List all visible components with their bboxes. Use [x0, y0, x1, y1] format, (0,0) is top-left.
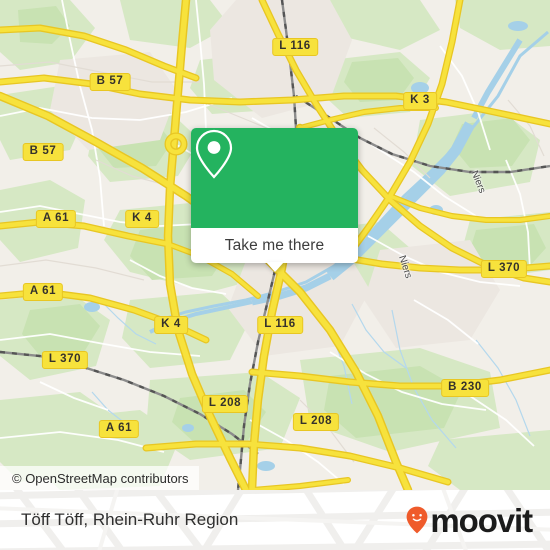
road-shield: B 230 — [441, 379, 489, 397]
road-shield: L 208 — [292, 413, 340, 431]
take-me-there-label: Take me there — [224, 236, 325, 254]
place-title-label: Töff Töff, Rhein-Ruhr Region — [21, 510, 239, 529]
map-pin-icon — [195, 129, 233, 179]
road-shield: B 57 — [22, 143, 64, 161]
road-shield: L 370 — [480, 260, 528, 278]
location-callout-card[interactable]: Take me there — [191, 128, 358, 272]
take-me-there-button[interactable]: Take me there — [191, 228, 358, 272]
road-shield: A 61 — [98, 420, 140, 438]
road-shield: K 4 — [125, 210, 159, 228]
road-shield: A 61 — [22, 283, 64, 301]
callout-pin-panel — [191, 128, 358, 228]
road-shield: L 370 — [41, 351, 89, 369]
road-shield: L 208 — [201, 395, 249, 413]
road-shield: L 116 — [257, 316, 303, 334]
osm-attribution[interactable]: © OpenStreetMap contributors — [0, 466, 199, 490]
moovit-wordmark: moovit — [430, 501, 533, 539]
callout-pointer — [265, 262, 284, 272]
screenshot-root: L 116 B 57 K 3 B 57 A 61 K 4 A 61 L 370 … — [0, 0, 550, 550]
osm-attribution-label: © OpenStreetMap contributors — [12, 470, 189, 486]
footer-bar: Töff Töff, Rhein-Ruhr Region moovit — [0, 490, 550, 550]
place-title: Töff Töff, Rhein-Ruhr Region — [21, 490, 238, 550]
moovit-brand-logo[interactable]: moovit — [406, 490, 533, 550]
road-shield: K 3 — [403, 92, 437, 110]
road-shield: L 116 — [272, 38, 318, 56]
map-canvas[interactable]: L 116 B 57 K 3 B 57 A 61 K 4 A 61 L 370 … — [0, 0, 550, 490]
road-shield: B 57 — [89, 73, 131, 91]
road-shield: A 61 — [35, 210, 77, 228]
moovit-smiley-pin-icon — [407, 506, 428, 534]
road-shield: K 4 — [154, 316, 188, 334]
